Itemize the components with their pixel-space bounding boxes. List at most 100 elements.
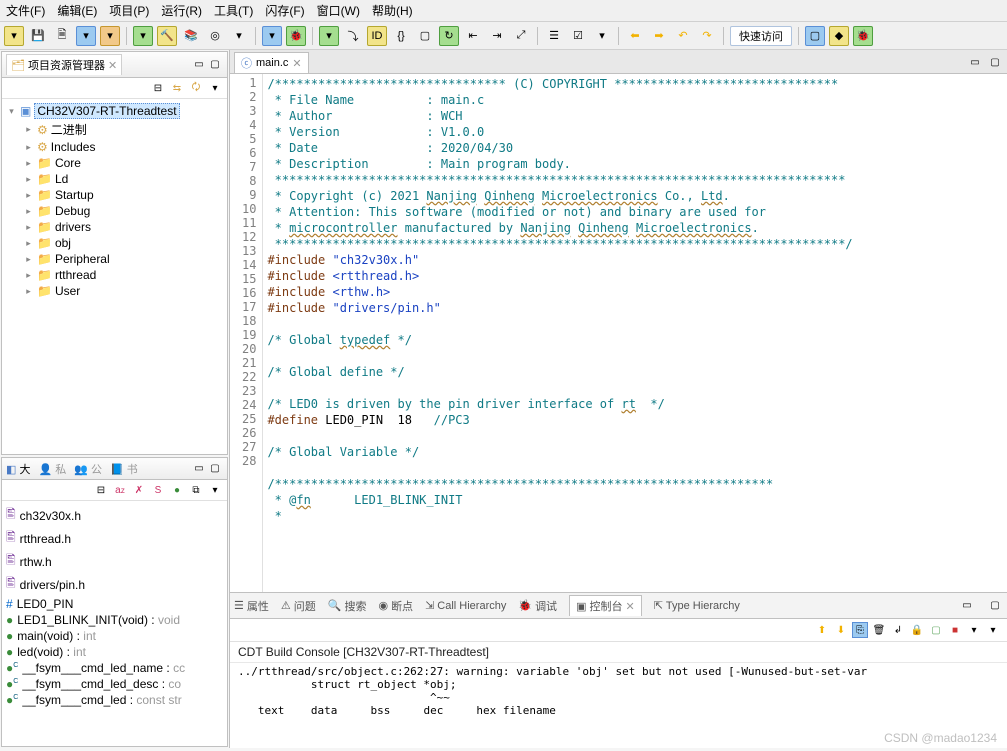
brace-icon[interactable]: {} bbox=[391, 26, 411, 46]
books-icon[interactable]: 📚 bbox=[181, 26, 201, 46]
outline-item[interactable]: 🖺ch32v30x.h bbox=[6, 504, 223, 527]
new-icon[interactable]: ▾ bbox=[4, 26, 24, 46]
close-tab-icon[interactable]: ✕ bbox=[292, 57, 301, 70]
console-up-icon[interactable]: ⬆ bbox=[814, 622, 830, 638]
outline-item[interactable]: #LED0_PIN bbox=[6, 596, 223, 612]
project-tree[interactable]: ▾▣CH32V307-RT-Threadtest ▸⚙二进制▸⚙Includes… bbox=[2, 99, 227, 302]
code-editor[interactable]: /******************************** (C) CO… bbox=[263, 74, 1007, 592]
hammer-icon[interactable]: 🔨 bbox=[157, 26, 177, 46]
az-icon[interactable]: az bbox=[112, 482, 128, 498]
outline-item[interactable]: 🖺rtthread.h bbox=[6, 527, 223, 550]
tree-folder[interactable]: ▸📁rtthread bbox=[23, 267, 223, 283]
bug-icon[interactable]: 🐞 bbox=[286, 26, 306, 46]
bottom-tab[interactable]: ⚠ 问题 bbox=[281, 598, 316, 614]
outline-item[interactable]: ●led(void) : int bbox=[6, 644, 223, 660]
tree-folder[interactable]: ▸⚙二进制 bbox=[23, 120, 223, 139]
view-menu-icon[interactable]: ▾ bbox=[207, 80, 223, 96]
bottom-tab[interactable]: 🔍 搜索 bbox=[328, 598, 367, 614]
console-pin-icon[interactable]: ⎘ bbox=[852, 622, 868, 638]
reload-icon[interactable]: ↻ bbox=[439, 26, 459, 46]
outline-tab-book[interactable]: 📘 书 bbox=[110, 461, 138, 477]
outline-tab-public[interactable]: 👥 公 bbox=[74, 461, 102, 477]
menu-item[interactable]: 工具(T) bbox=[214, 2, 253, 19]
maximize-icon[interactable]: ▢ bbox=[207, 57, 223, 73]
persp1-icon[interactable]: ▢ bbox=[805, 26, 825, 46]
tree-folder[interactable]: ▸📁Debug bbox=[23, 203, 223, 219]
tree-folder[interactable]: ▸📁Peripheral bbox=[23, 251, 223, 267]
indent-left-icon[interactable]: ⇤ bbox=[463, 26, 483, 46]
persp3-icon[interactable]: 🐞 bbox=[853, 26, 873, 46]
tree-folder[interactable]: ▸📁obj bbox=[23, 235, 223, 251]
console-stop-icon[interactable]: ■ bbox=[947, 622, 963, 638]
outline-min-icon[interactable]: ▭ bbox=[191, 461, 207, 477]
console-output[interactable]: ../rtthread/src/object.c:262:27: warning… bbox=[230, 663, 1007, 719]
menu-item[interactable]: 帮助(H) bbox=[372, 2, 413, 19]
console-new-icon[interactable]: ▢ bbox=[928, 622, 944, 638]
outline-item[interactable]: ●main(void) : int bbox=[6, 628, 223, 644]
collapse-icon[interactable]: ⊟ bbox=[150, 80, 166, 96]
bottom-tab[interactable]: ◉ 断点 bbox=[378, 598, 413, 614]
doc-icon[interactable]: ▾ bbox=[262, 26, 282, 46]
indent-right-icon[interactable]: ⇥ bbox=[487, 26, 507, 46]
bottom-tab[interactable]: ▣ 控制台 ✕ bbox=[569, 595, 642, 616]
static-icon[interactable]: S bbox=[150, 482, 166, 498]
console-more-icon[interactable]: ▾ bbox=[985, 622, 1001, 638]
outline-max-icon[interactable]: ▢ bbox=[207, 461, 223, 477]
outline-item[interactable]: ●C__fsym___cmd_led : const str bbox=[6, 692, 223, 708]
minimize-icon[interactable]: ▭ bbox=[191, 57, 207, 73]
expand-icon[interactable]: ⤢ bbox=[511, 26, 531, 46]
palette-icon[interactable]: ▾ bbox=[100, 26, 120, 46]
btm-min-icon[interactable]: ▭ bbox=[959, 598, 975, 614]
editor-min-icon[interactable]: ▭ bbox=[967, 55, 983, 71]
menu-item[interactable]: 闪存(F) bbox=[265, 2, 304, 19]
project-name[interactable]: CH32V307-RT-Threadtest bbox=[34, 103, 179, 119]
filter-icon[interactable]: ▾ bbox=[592, 26, 612, 46]
outline-tab-large[interactable]: ◧ 大 bbox=[6, 461, 30, 477]
fwd-icon[interactable]: ➡ bbox=[649, 26, 669, 46]
tree-folder[interactable]: ▸📁drivers bbox=[23, 219, 223, 235]
console-icon[interactable]: ▢ bbox=[415, 26, 435, 46]
close-icon[interactable]: ✕ bbox=[108, 59, 117, 72]
redo-icon[interactable]: ↷ bbox=[697, 26, 717, 46]
tree-folder[interactable]: ▸📁Ld bbox=[23, 171, 223, 187]
bottom-tab[interactable]: ⇱ Type Hierarchy bbox=[654, 599, 740, 612]
back-icon[interactable]: ⬅ bbox=[625, 26, 645, 46]
refresh-icon[interactable]: 🗘 bbox=[188, 80, 204, 96]
screen-icon[interactable]: ▾ bbox=[76, 26, 96, 46]
tree-folder[interactable]: ▸📁User bbox=[23, 283, 223, 299]
hash-icon[interactable]: ⧉ bbox=[188, 482, 204, 498]
sort-icon[interactable]: ⊟ bbox=[93, 482, 109, 498]
bottom-tab[interactable]: ⇲ Call Hierarchy bbox=[425, 599, 506, 612]
tree-folder[interactable]: ▸📁Core bbox=[23, 155, 223, 171]
dot-icon[interactable]: ● bbox=[169, 482, 185, 498]
save-icon[interactable]: 💾 bbox=[28, 26, 48, 46]
step-over-icon[interactable]: ⤵ bbox=[343, 26, 363, 46]
outline-menu-icon[interactable]: ▾ bbox=[207, 482, 223, 498]
outline-item[interactable]: ●C__fsym___cmd_led_name : cc bbox=[6, 660, 223, 676]
persp2-icon[interactable]: ◆ bbox=[829, 26, 849, 46]
console-wrap-icon[interactable]: ↲ bbox=[890, 622, 906, 638]
hide-icon[interactable]: ✗ bbox=[131, 482, 147, 498]
bottom-tab[interactable]: ☰ 属性 bbox=[234, 598, 269, 614]
undo-icon[interactable]: ↶ bbox=[673, 26, 693, 46]
tree-folder[interactable]: ▸📁Startup bbox=[23, 187, 223, 203]
outline-item[interactable]: ●C__fsym___cmd_led_desc : co bbox=[6, 676, 223, 692]
target-icon[interactable]: ◎ bbox=[205, 26, 225, 46]
id-icon[interactable]: ID bbox=[367, 26, 387, 46]
build-icon[interactable]: ▾ bbox=[133, 26, 153, 46]
task-icon[interactable]: ☑ bbox=[568, 26, 588, 46]
console-drop-icon[interactable]: ▾ bbox=[966, 622, 982, 638]
link-icon[interactable]: ⇆ bbox=[169, 80, 185, 96]
tree-folder[interactable]: ▸⚙Includes bbox=[23, 139, 223, 155]
menu-item[interactable]: 文件(F) bbox=[6, 2, 45, 19]
close-icon[interactable]: ✕ bbox=[625, 600, 634, 613]
console-lock-icon[interactable]: 🔒 bbox=[909, 622, 925, 638]
box-icon[interactable]: ▾ bbox=[229, 26, 249, 46]
editor-max-icon[interactable]: ▢ bbox=[987, 55, 1003, 71]
menu-item[interactable]: 窗口(W) bbox=[317, 2, 360, 19]
outline-item[interactable]: 🖺drivers/pin.h bbox=[6, 573, 223, 596]
editor-tab-mainc[interactable]: ⓒmain.c ✕ bbox=[234, 52, 309, 73]
run-icon[interactable]: ▾ bbox=[319, 26, 339, 46]
save-all-icon[interactable]: 🗎 bbox=[52, 26, 72, 46]
console-clear-icon[interactable]: 🗑 bbox=[871, 622, 887, 638]
